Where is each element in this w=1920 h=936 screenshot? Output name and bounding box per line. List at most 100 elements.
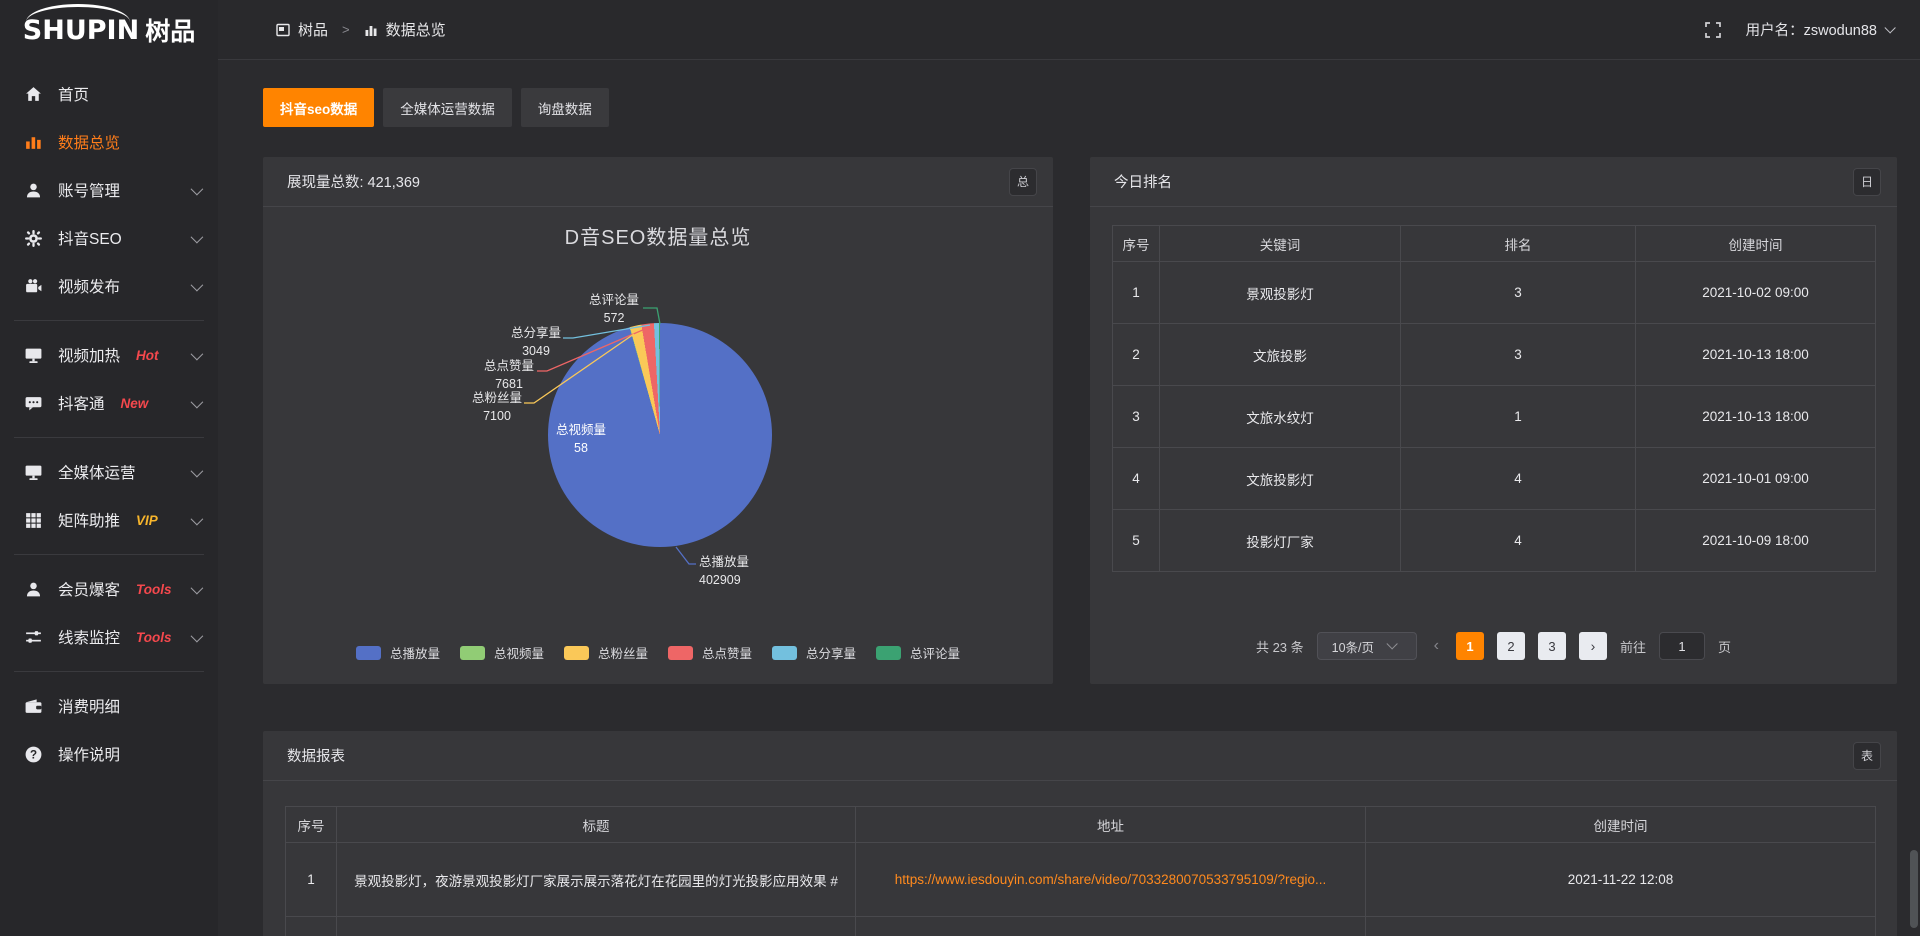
pie-chart: D音SEO数据量总览 总评论量 572 总分享量 3049 总点赞量 7681 (263, 207, 1053, 684)
menu-divider (14, 320, 204, 321)
table-view-button[interactable]: 表 (1853, 742, 1881, 770)
report-row-url-cell: https://www.iesdouyin.com/share/video/70… (856, 843, 1366, 917)
pie-label-comments: 总评论量 572 (568, 291, 660, 327)
legend-item-likes[interactable]: 总点赞量 (668, 643, 752, 662)
next-page-button[interactable]: › (1579, 632, 1607, 660)
ranking-table: 序号 关键词 排名 创建时间 1景观投影灯32021-10-02 09:00 2… (1112, 225, 1876, 572)
col-keyword: 关键词 (1160, 226, 1401, 262)
pie-label-fans: 总粉丝量 7100 (451, 389, 543, 425)
sidebar-item-label: 数据总览 (58, 131, 120, 153)
table-row: 3文旅水纹灯12021-10-13 18:00 (1113, 386, 1876, 448)
report-row-title: 景观投影灯，夜游景观投影灯厂家展示展示落花灯在花园里的灯光投影应用效果 # (337, 843, 856, 917)
total-view-button[interactable]: 总 (1009, 168, 1037, 196)
fullscreen-icon[interactable] (1704, 21, 1722, 39)
breadcrumb: 树品 > 数据总览 (276, 19, 446, 40)
vertical-scrollbar[interactable] (1910, 850, 1918, 928)
sidebar-item-member-baoke[interactable]: 会员爆客 Tools (0, 565, 218, 613)
tab-inquiry-data[interactable]: 询盘数据 (521, 88, 609, 127)
sidebar-item-label: 首页 (58, 83, 89, 105)
chevron-down-icon (191, 347, 204, 360)
menu-divider (14, 554, 204, 555)
chevron-down-icon (191, 464, 204, 477)
prev-page-button[interactable]: ‹ (1430, 637, 1443, 655)
video-link[interactable]: https://www.iesdouyin.com/share/video/70… (895, 872, 1327, 887)
sidebar-item-label: 抖客通 (58, 392, 105, 414)
page-button-1[interactable]: 1 (1456, 632, 1484, 660)
app-logo[interactable]: SHUPIN 树品 (0, 0, 218, 60)
tab-omnimedia-data[interactable]: 全媒体运营数据 (383, 88, 512, 127)
user-icon (24, 181, 43, 200)
sidebar-item-douyin-seo[interactable]: 抖音SEO (0, 214, 218, 262)
col-index: 序号 (286, 807, 337, 843)
monitor-icon (24, 463, 43, 482)
sidebar-item-instructions[interactable]: ? 操作说明 (0, 730, 218, 778)
col-created: 创建时间 (1366, 807, 1876, 843)
gear-icon (24, 229, 43, 248)
sidebar-item-douketong[interactable]: 抖客通 New (0, 379, 218, 427)
sidebar-item-lead-monitor[interactable]: 线索监控 Tools (0, 613, 218, 661)
table-row: 2文旅投影32021-10-13 18:00 (1113, 324, 1876, 386)
legend-item-fans[interactable]: 总粉丝量 (564, 643, 648, 662)
chevron-down-icon (191, 230, 204, 243)
pie-label-plays: 总播放量 402909 (699, 553, 809, 589)
breadcrumb-home-icon (276, 23, 290, 37)
col-title: 标题 (337, 807, 856, 843)
sidebar-item-data-overview[interactable]: 数据总览 (0, 118, 218, 166)
topbar-right: 用户名：zswodun88 (1704, 19, 1892, 40)
sidebar-item-label: 账号管理 (58, 179, 120, 201)
sidebar-item-home[interactable]: 首页 (0, 70, 218, 118)
report-panel-header: 数据报表 表 (263, 731, 1897, 781)
legend-item-comments[interactable]: 总评论量 (876, 643, 960, 662)
topbar: 树品 > 数据总览 用户名：zswodun88 (218, 0, 1920, 60)
sidebar-item-account[interactable]: 账号管理 (0, 166, 218, 214)
report-row-time: 2021-11-22 12:08 (1366, 843, 1876, 917)
goto-page-input[interactable] (1659, 632, 1705, 660)
sidebar-item-spend-detail[interactable]: 消费明细 (0, 682, 218, 730)
logo-text-cn: 树品 (145, 12, 195, 48)
username-label: 用户名：zswodun88 (1746, 19, 1877, 40)
legend-swatch (564, 646, 589, 660)
report-row-index: 1 (286, 843, 337, 917)
sidebar-item-label: 线索监控 (58, 626, 120, 648)
pagination: 共 23 条 10条/页 ‹ 1 2 3 › 前往 页 (1090, 632, 1897, 660)
sidebar-item-matrix-boost[interactable]: 矩阵助推 VIP (0, 496, 218, 544)
day-view-button[interactable]: 日 (1853, 168, 1881, 196)
page-size-select[interactable]: 10条/页 (1317, 632, 1417, 660)
page-button-3[interactable]: 3 (1538, 632, 1566, 660)
table-row: 5投影灯厂家42021-10-09 18:00 (1113, 510, 1876, 572)
ranking-table-header-row: 序号 关键词 排名 创建时间 (1113, 226, 1876, 262)
question-icon: ? (24, 745, 43, 764)
legend-swatch (668, 646, 693, 660)
pie-label-videos: 总视频量 58 (535, 421, 627, 457)
legend-item-plays[interactable]: 总播放量 (356, 643, 440, 662)
chevron-down-icon (191, 278, 204, 291)
user-menu[interactable]: 用户名：zswodun88 (1746, 19, 1892, 40)
data-report-panel: 数据报表 表 序号 标题 地址 创建时间 1 景观投影灯，夜游景观投影灯厂家展示… (263, 731, 1897, 936)
tools-badge: Tools (136, 582, 172, 597)
ranking-panel-title: 今日排名 (1114, 171, 1172, 192)
sidebar-item-video-publish[interactable]: 视频发布 (0, 262, 218, 310)
breadcrumb-chart-icon (364, 23, 378, 37)
legend-item-shares[interactable]: 总分享量 (772, 643, 856, 662)
col-index: 序号 (1113, 226, 1160, 262)
new-badge: New (121, 396, 149, 411)
page-button-2[interactable]: 2 (1497, 632, 1525, 660)
sidebar-item-label: 视频发布 (58, 275, 120, 297)
chat-icon (24, 394, 43, 413)
sidebar-item-label: 操作说明 (58, 743, 120, 765)
chart-legend: 总播放量 总视频量 总粉丝量 总点赞量 总分享量 (263, 643, 1053, 662)
legend-swatch (876, 646, 901, 660)
legend-item-videos[interactable]: 总视频量 (460, 643, 544, 662)
grid-icon (24, 511, 43, 530)
bar-chart-icon (24, 133, 43, 152)
tab-douyin-seo-data[interactable]: 抖音seo数据 (263, 88, 374, 127)
pie-label-likes: 总点赞量 7681 (463, 357, 555, 393)
breadcrumb-home[interactable]: 树品 (298, 19, 328, 40)
sidebar-item-video-heat[interactable]: 视频加热 Hot (0, 331, 218, 379)
impressions-total-label: 展现量总数: 421,369 (287, 171, 420, 192)
pagination-total: 共 23 条 (1256, 637, 1304, 656)
breadcrumb-current[interactable]: 数据总览 (386, 19, 446, 40)
hot-badge: Hot (136, 348, 159, 363)
person-icon (24, 580, 43, 599)
sidebar-item-omnimedia[interactable]: 全媒体运营 (0, 448, 218, 496)
